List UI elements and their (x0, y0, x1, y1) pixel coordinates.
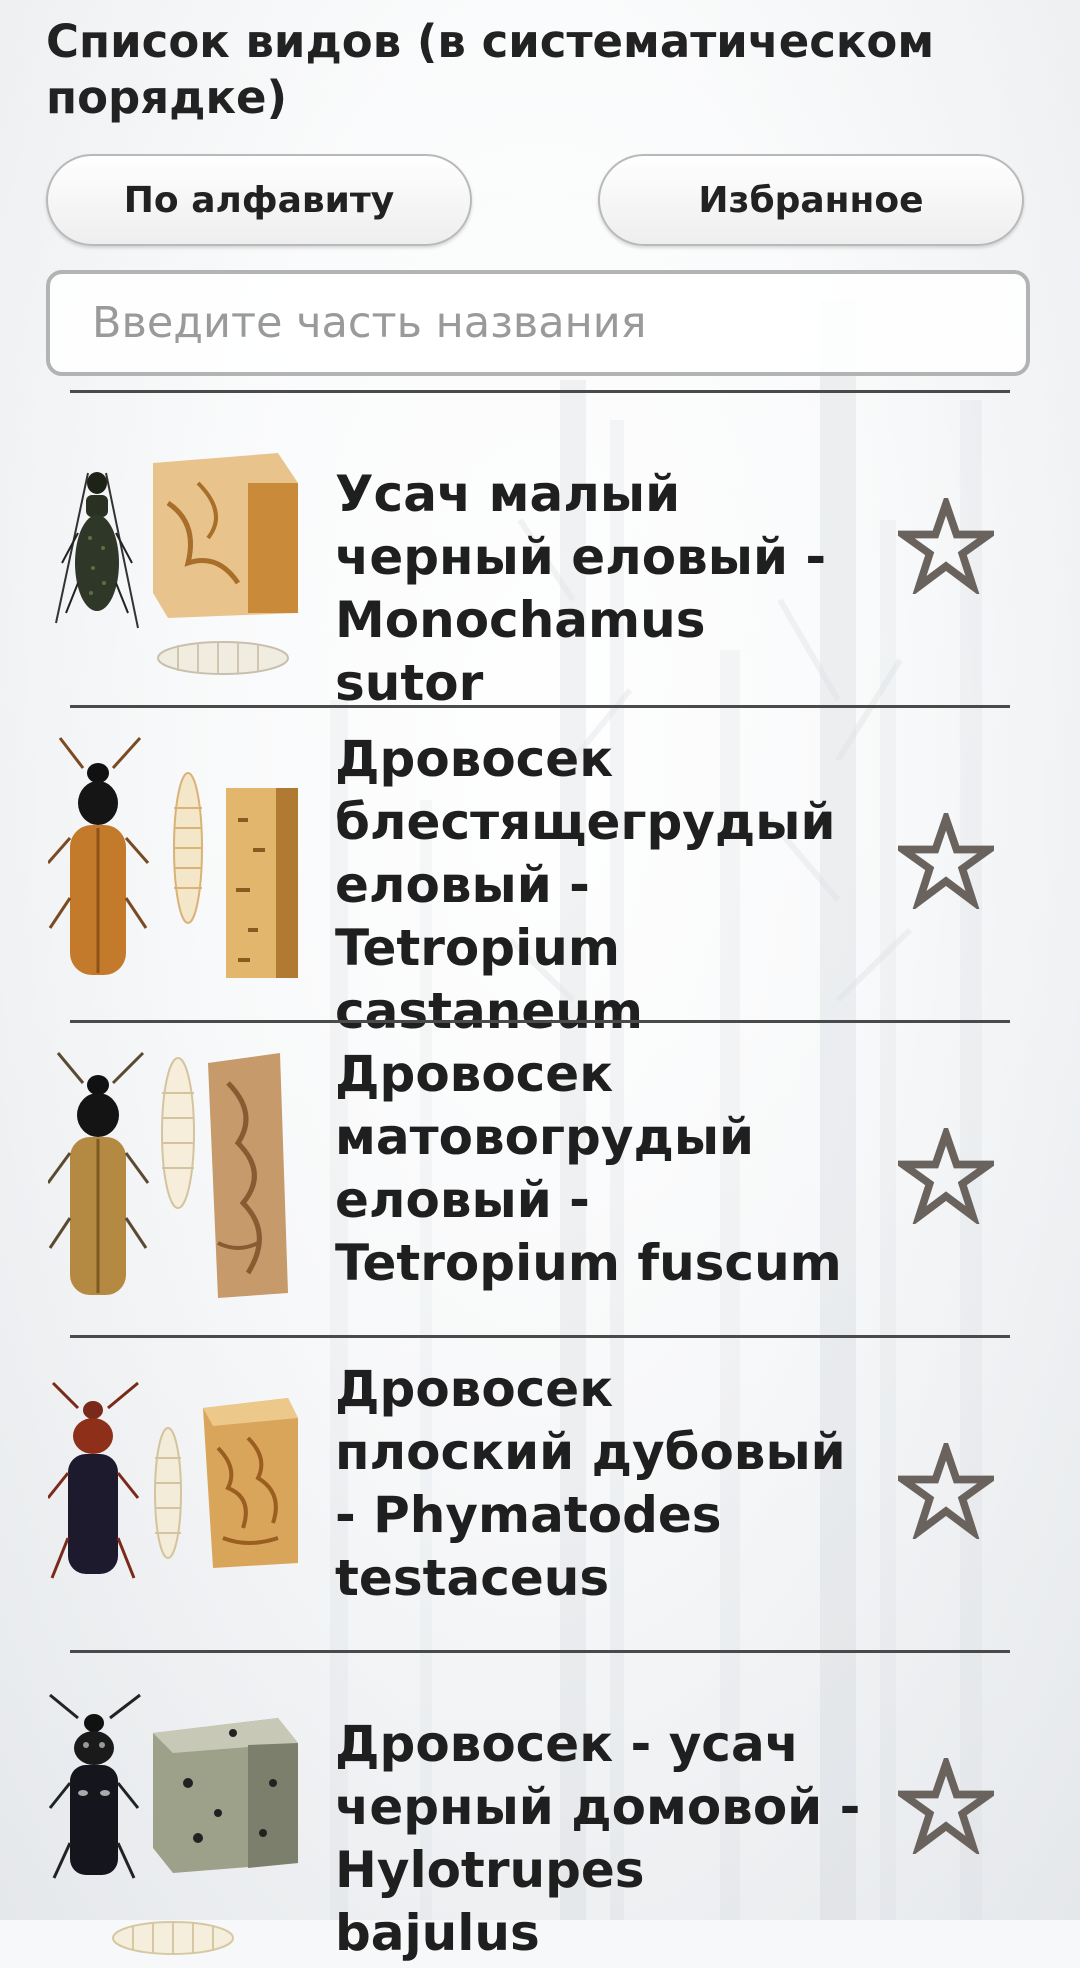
species-name: Дровосек блестящегрудый еловый - Tetropi… (335, 730, 836, 1040)
favorite-star-icon[interactable] (898, 1758, 994, 1854)
species-illustration-1 (55, 453, 298, 675)
beetle-icon (48, 736, 150, 975)
species-illustration-3 (48, 1051, 288, 1298)
beetle-icon (48, 1381, 140, 1579)
favorite-star-icon[interactable] (898, 813, 994, 909)
list-item-species-2[interactable]: Дровосек блестящегрудый еловый - Tetropi… (0, 708, 1080, 1040)
species-name: Дровосек - усач черный домовой - Hylotru… (335, 1715, 861, 1962)
search-input[interactable]: Введите часть названия (46, 270, 1030, 376)
list-item-species-1[interactable]: Усач малый черный еловый - Monochamus su… (0, 393, 1080, 712)
species-name: Дровосек матовогрудый еловый - Tetropium… (335, 1045, 842, 1292)
favorite-star-icon[interactable] (898, 498, 994, 594)
favorite-star-icon[interactable] (898, 1128, 994, 1224)
species-illustration-4 (48, 1381, 298, 1579)
list-item-species-4[interactable]: Дровосек плоский дубовый - Phymatodes te… (0, 1338, 1080, 1653)
page-title: Список видов (в систематическом порядке) (46, 15, 935, 124)
sort-alphabetical-button[interactable]: По алфавиту (46, 154, 472, 246)
beetle-icon (48, 1051, 150, 1295)
species-illustration-5 (48, 1693, 298, 1955)
list-item-species-5[interactable]: Дровосек - усач черный домовой - Hylotru… (0, 1653, 1080, 1968)
beetle-icon (55, 472, 139, 629)
favorites-button[interactable]: Избранное (598, 154, 1024, 246)
favorite-star-icon[interactable] (898, 1443, 994, 1539)
species-name: Усач малый черный еловый - Monochamus su… (335, 465, 827, 712)
list-item-species-3[interactable]: Дровосек матовогрудый еловый - Tetropium… (0, 1023, 1080, 1338)
species-illustration-2 (48, 736, 298, 978)
species-name: Дровосек плоский дубовый - Phymatodes te… (335, 1360, 846, 1607)
beetle-icon (48, 1693, 141, 1879)
